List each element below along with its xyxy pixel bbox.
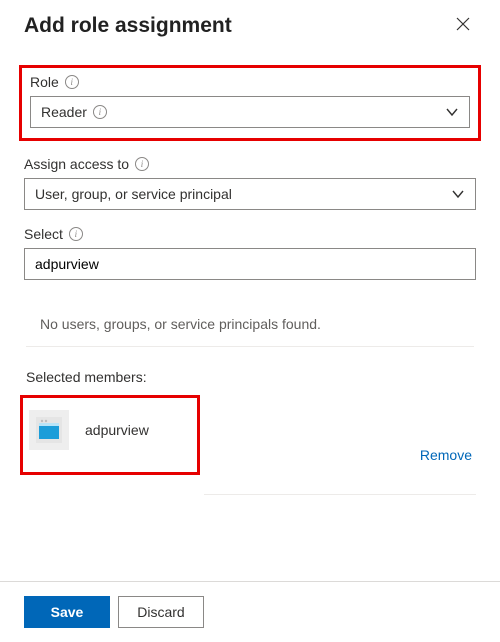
page-title: Add role assignment	[24, 14, 232, 38]
role-label: Role	[30, 74, 59, 90]
member-row: adpurview	[23, 410, 197, 450]
add-role-assignment-panel: Add role assignment Role i Reader i Assi…	[0, 0, 500, 642]
assign-access-group: Assign access to i User, group, or servi…	[24, 156, 476, 210]
role-label-row: Role i	[30, 74, 470, 90]
remove-link[interactable]: Remove	[420, 447, 472, 463]
footer: Save Discard	[24, 596, 204, 628]
chevron-down-icon	[451, 187, 465, 201]
info-icon[interactable]: i	[65, 75, 79, 89]
app-icon	[29, 410, 69, 450]
member-name: adpurview	[85, 422, 149, 438]
selected-members-label: Selected members:	[26, 369, 476, 385]
close-icon[interactable]	[450, 10, 476, 42]
info-icon[interactable]: i	[69, 227, 83, 241]
assign-value: User, group, or service principal	[35, 186, 232, 202]
info-icon[interactable]: i	[135, 157, 149, 171]
save-button[interactable]: Save	[24, 596, 110, 628]
role-select[interactable]: Reader i	[30, 96, 470, 128]
assign-label-row: Assign access to i	[24, 156, 476, 172]
select-label-row: Select i	[24, 226, 476, 242]
no-results-message: No users, groups, or service principals …	[26, 296, 474, 347]
member-actions: Remove	[204, 435, 476, 495]
footer-separator	[0, 581, 500, 582]
assign-access-select[interactable]: User, group, or service principal	[24, 178, 476, 210]
select-label: Select	[24, 226, 63, 242]
role-value: Reader	[41, 104, 87, 120]
selected-members-box: adpurview	[20, 395, 200, 475]
chevron-down-icon	[445, 105, 459, 119]
role-group: Role i Reader i	[24, 70, 476, 136]
header: Add role assignment	[24, 10, 476, 42]
assign-label: Assign access to	[24, 156, 129, 172]
discard-button[interactable]: Discard	[118, 596, 204, 628]
select-input[interactable]	[24, 248, 476, 280]
info-icon[interactable]: i	[93, 105, 107, 119]
select-group: Select i	[24, 226, 476, 280]
